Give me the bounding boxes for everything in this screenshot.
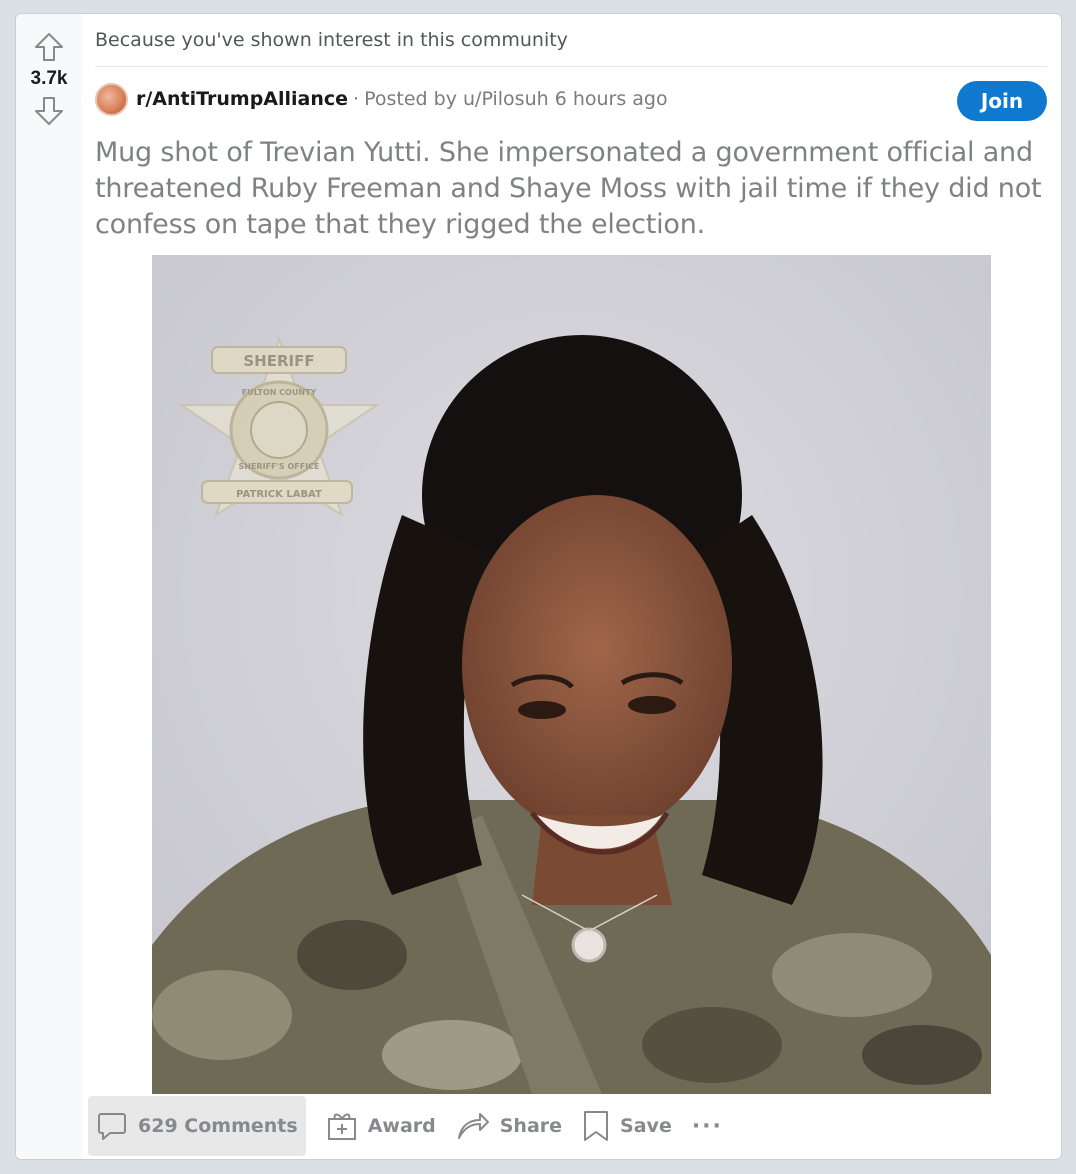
meta-separator: ·: [353, 88, 360, 110]
author-link[interactable]: u/Pilosuh: [463, 88, 549, 110]
post-image[interactable]: SHERIFF PATRICK LABAT FULTON COUNTY SHER…: [152, 255, 991, 1094]
more-options-button[interactable]: ···: [682, 1096, 733, 1156]
seal-text-office: SHERIFF'S OFFICE: [238, 462, 319, 471]
comments-button[interactable]: 629 Comments: [88, 1096, 306, 1156]
award-label: Award: [367, 1115, 436, 1137]
save-button[interactable]: Save: [572, 1096, 682, 1156]
post-meta: r/AntiTrumpAlliance · Posted by u/Pilosu…: [95, 67, 1047, 131]
posted-by: Posted by u/Pilosuh 6 hours ago: [364, 88, 668, 110]
comment-icon: [96, 1110, 128, 1142]
post-actions: 629 Comments Award Share Save ···: [88, 1096, 733, 1156]
posted-prefix: Posted by: [364, 88, 457, 110]
arrow-down-icon[interactable]: [32, 94, 66, 128]
post-card[interactable]: 3.7k Because you've shown interest in th…: [15, 13, 1062, 1160]
post-content: Because you've shown interest in this co…: [95, 14, 1047, 243]
award-button[interactable]: Award: [316, 1096, 446, 1156]
seal-text-name: PATRICK LABAT: [236, 489, 322, 500]
post-title[interactable]: Mug shot of Trevian Yutti. She impersona…: [95, 135, 1047, 243]
post-time: 6 hours ago: [554, 88, 668, 110]
gift-icon: [326, 1110, 358, 1142]
bookmark-icon: [582, 1109, 610, 1143]
share-button[interactable]: Share: [446, 1096, 572, 1156]
seal-text-top: SHERIFF: [243, 352, 314, 370]
seal-text-ring: FULTON COUNTY: [242, 388, 317, 397]
join-button[interactable]: Join: [957, 81, 1047, 121]
save-label: Save: [620, 1115, 672, 1137]
vote-column: 3.7k: [16, 14, 82, 1159]
recommendation-reason: Because you've shown interest in this co…: [95, 14, 1047, 67]
subreddit-link[interactable]: r/AntiTrumpAlliance: [136, 88, 348, 110]
comments-label: 629 Comments: [138, 1115, 298, 1137]
vote-score: 3.7k: [30, 68, 68, 89]
share-icon: [456, 1110, 490, 1142]
share-label: Share: [499, 1115, 563, 1137]
subreddit-avatar[interactable]: [95, 82, 128, 116]
arrow-up-icon[interactable]: [32, 30, 66, 64]
